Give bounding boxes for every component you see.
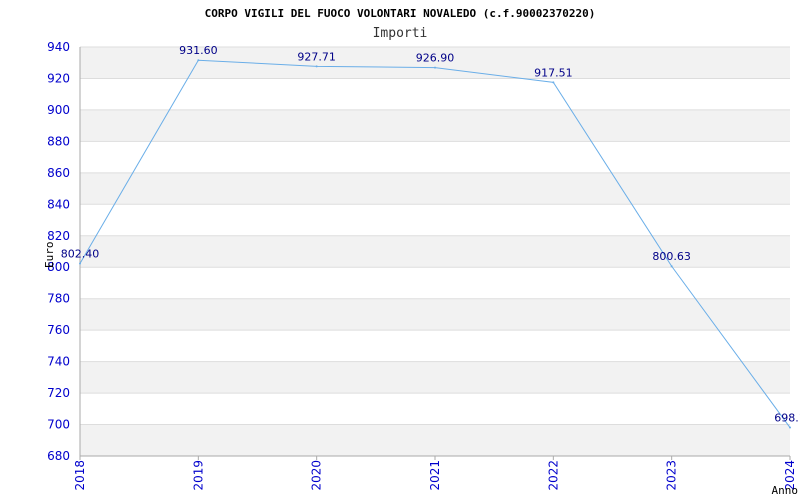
x-tick-label: 2021 bbox=[428, 460, 442, 491]
y-tick-label: 700 bbox=[47, 418, 70, 432]
y-tick-label: 780 bbox=[47, 292, 70, 306]
x-tick-labels: 2018 2019 2020 2021 2022 2023 2024 bbox=[73, 460, 797, 491]
x-tick-label: 2022 bbox=[546, 460, 560, 491]
y-tick-label: 860 bbox=[47, 166, 70, 180]
line-chart: 6807007207407607808008208408608809009209… bbox=[43, 7, 800, 497]
grid-band bbox=[80, 298, 790, 331]
data-point bbox=[670, 265, 673, 268]
grid-band bbox=[80, 172, 790, 205]
data-label: 917.51 bbox=[534, 66, 573, 79]
data-point bbox=[552, 81, 555, 84]
x-tick-label: 2020 bbox=[310, 460, 324, 491]
y-tick-label: 920 bbox=[47, 71, 70, 85]
data-label: 927.71 bbox=[297, 50, 336, 63]
y-tick-label: 760 bbox=[47, 323, 70, 337]
y-axis-label: Euro bbox=[43, 242, 56, 269]
y-tick-label: 820 bbox=[47, 229, 70, 243]
y-tick-label: 900 bbox=[47, 103, 70, 117]
y-tick-label: 740 bbox=[47, 355, 70, 369]
data-point bbox=[789, 426, 791, 429]
data-point bbox=[79, 262, 81, 265]
x-tick-label: 2023 bbox=[665, 460, 679, 491]
x-tick-label: 2019 bbox=[191, 460, 205, 491]
data-label: 802.40 bbox=[61, 247, 100, 260]
chart-subtitle: Importi bbox=[373, 26, 428, 41]
grid-band bbox=[80, 424, 790, 456]
x-axis-label: Anno bbox=[772, 484, 799, 497]
data-label: 926.90 bbox=[416, 52, 455, 65]
data-point bbox=[197, 59, 200, 62]
data-point bbox=[434, 66, 436, 69]
y-tick-label: 880 bbox=[47, 134, 70, 148]
grid-band bbox=[80, 109, 790, 142]
data-label: 698.1 bbox=[774, 412, 800, 425]
y-tick-label: 720 bbox=[47, 386, 70, 400]
y-tick-label: 840 bbox=[47, 197, 70, 211]
y-tick-label: 940 bbox=[47, 40, 70, 54]
data-label: 931.60 bbox=[179, 44, 218, 57]
x-tick-label: 2018 bbox=[73, 460, 87, 491]
data-label: 800.63 bbox=[652, 250, 691, 263]
chart-title: CORPO VIGILI DEL FUOCO VOLONTARI NOVALED… bbox=[205, 7, 596, 20]
data-point bbox=[315, 65, 318, 68]
grid-band bbox=[80, 361, 790, 394]
y-tick-label: 680 bbox=[47, 449, 70, 463]
